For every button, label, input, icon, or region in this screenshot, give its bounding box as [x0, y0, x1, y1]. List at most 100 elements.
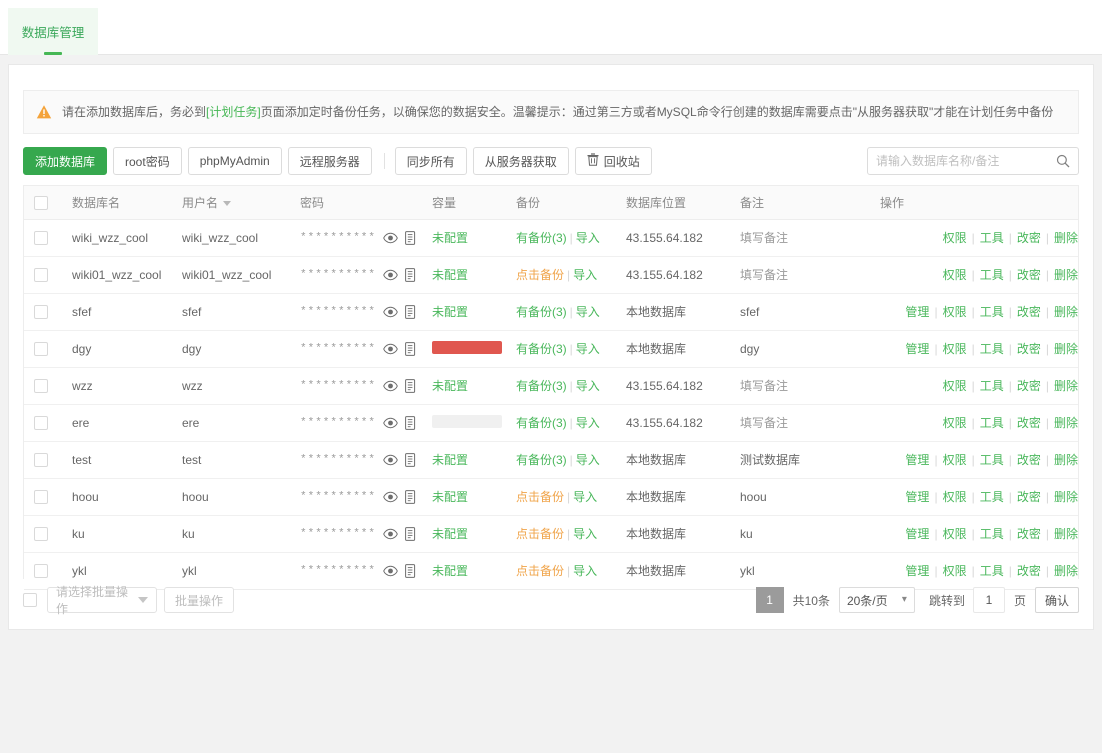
remote-server-button[interactable]: 远程服务器 — [287, 147, 372, 175]
note-value[interactable]: 填写备注 — [740, 268, 788, 282]
page-size-select[interactable]: 20条/页 ▾ — [838, 587, 915, 613]
op-permission[interactable]: 权限 — [943, 305, 967, 319]
sync-all-button[interactable]: 同步所有 — [394, 147, 467, 175]
eye-icon[interactable] — [383, 565, 398, 577]
op-change-password[interactable]: 改密 — [1017, 490, 1041, 504]
backup-import-link[interactable]: 导入 — [576, 342, 600, 356]
copy-icon[interactable] — [405, 304, 417, 319]
root-password-button[interactable]: root密码 — [113, 147, 182, 175]
backup-status-link[interactable]: 有备份(3) — [516, 305, 567, 319]
op-permission[interactable]: 权限 — [943, 416, 967, 430]
tab-database-management[interactable]: 数据库管理 — [8, 8, 98, 55]
op-change-password[interactable]: 改密 — [1017, 268, 1041, 282]
op-manage[interactable]: 管理 — [905, 342, 929, 356]
eye-icon[interactable] — [383, 417, 398, 429]
op-delete[interactable]: 删除 — [1054, 564, 1078, 578]
op-tools[interactable]: 工具 — [980, 490, 1004, 504]
note-value[interactable]: ku — [740, 527, 753, 541]
backup-import-link[interactable]: 导入 — [573, 527, 597, 541]
backup-import-link[interactable]: 导入 — [576, 416, 600, 430]
eye-icon[interactable] — [383, 454, 398, 466]
op-tools[interactable]: 工具 — [980, 416, 1004, 430]
copy-icon[interactable] — [405, 267, 417, 282]
sort-desc-icon[interactable] — [223, 201, 232, 207]
op-permission[interactable]: 权限 — [943, 564, 967, 578]
capacity-status[interactable]: 未配置 — [432, 379, 468, 393]
op-delete[interactable]: 删除 — [1054, 379, 1078, 393]
op-tools[interactable]: 工具 — [980, 453, 1004, 467]
copy-icon[interactable] — [405, 230, 417, 245]
op-delete[interactable]: 删除 — [1054, 527, 1078, 541]
backup-import-link[interactable]: 导入 — [576, 305, 600, 319]
recycle-bin-button[interactable]: 回收站 — [574, 147, 652, 175]
op-delete[interactable]: 删除 — [1054, 453, 1078, 467]
add-database-button[interactable]: 添加数据库 — [23, 147, 108, 175]
note-value[interactable]: 填写备注 — [740, 379, 788, 393]
phpmyadmin-button[interactable]: phpMyAdmin — [187, 147, 282, 175]
row-checkbox[interactable] — [34, 230, 48, 245]
note-value[interactable]: hoou — [740, 490, 767, 504]
row-checkbox[interactable] — [34, 304, 48, 319]
op-delete[interactable]: 删除 — [1054, 305, 1078, 319]
copy-icon[interactable] — [405, 563, 417, 578]
backup-status-link[interactable]: 点击备份 — [516, 564, 564, 578]
copy-icon[interactable] — [405, 526, 417, 541]
page-1-button[interactable]: 1 — [755, 587, 784, 613]
op-delete[interactable]: 删除 — [1054, 416, 1078, 430]
op-tools[interactable]: 工具 — [980, 379, 1004, 393]
note-value[interactable]: dgy — [740, 342, 759, 356]
capacity-status[interactable]: 未配置 — [432, 268, 468, 282]
op-permission[interactable]: 权限 — [943, 490, 967, 504]
op-tools[interactable]: 工具 — [980, 342, 1004, 356]
backup-import-link[interactable]: 导入 — [576, 231, 600, 245]
note-value[interactable]: 测试数据库 — [740, 453, 800, 467]
op-permission[interactable]: 权限 — [943, 342, 967, 356]
eye-icon[interactable] — [383, 380, 398, 392]
note-value[interactable]: 填写备注 — [740, 231, 788, 245]
backup-status-link[interactable]: 有备份(3) — [516, 342, 567, 356]
backup-import-link[interactable]: 导入 — [576, 379, 600, 393]
jump-page-input[interactable] — [972, 587, 1005, 613]
eye-icon[interactable] — [383, 528, 398, 540]
backup-import-link[interactable]: 导入 — [573, 490, 597, 504]
confirm-button[interactable]: 确认 — [1034, 587, 1079, 613]
batch-action-select[interactable]: 请选择批量操作 — [47, 585, 157, 616]
row-checkbox[interactable] — [34, 378, 48, 393]
footer-select-all-checkbox[interactable] — [23, 593, 37, 607]
backup-status-link[interactable]: 点击备份 — [516, 268, 564, 282]
backup-import-link[interactable]: 导入 — [573, 268, 597, 282]
op-delete[interactable]: 删除 — [1054, 268, 1078, 282]
note-value[interactable]: 填写备注 — [740, 416, 788, 430]
op-delete[interactable]: 删除 — [1054, 342, 1078, 356]
search-icon[interactable] — [1048, 148, 1078, 174]
backup-status-link[interactable]: 有备份(3) — [516, 379, 567, 393]
capacity-status[interactable]: 未配置 — [432, 453, 468, 467]
row-checkbox[interactable] — [34, 452, 48, 467]
note-value[interactable]: sfef — [740, 305, 759, 319]
eye-icon[interactable] — [383, 306, 398, 318]
capacity-status[interactable]: 未配置 — [432, 527, 468, 541]
op-permission[interactable]: 权限 — [943, 527, 967, 541]
op-change-password[interactable]: 改密 — [1017, 342, 1041, 356]
fetch-from-server-button[interactable]: 从服务器获取 — [472, 147, 569, 175]
op-change-password[interactable]: 改密 — [1017, 379, 1041, 393]
backup-status-link[interactable]: 有备份(3) — [516, 416, 567, 430]
note-value[interactable]: ykl — [740, 564, 755, 578]
backup-status-link[interactable]: 点击备份 — [516, 490, 564, 504]
op-manage[interactable]: 管理 — [905, 305, 929, 319]
copy-icon[interactable] — [405, 341, 417, 356]
op-permission[interactable]: 权限 — [943, 231, 967, 245]
backup-import-link[interactable]: 导入 — [576, 453, 600, 467]
batch-action-button[interactable]: 批量操作 — [164, 587, 235, 613]
backup-status-link[interactable]: 点击备份 — [516, 527, 564, 541]
op-change-password[interactable]: 改密 — [1017, 564, 1041, 578]
op-delete[interactable]: 删除 — [1054, 490, 1078, 504]
row-checkbox[interactable] — [34, 341, 48, 356]
op-permission[interactable]: 权限 — [943, 268, 967, 282]
op-tools[interactable]: 工具 — [980, 564, 1004, 578]
op-manage[interactable]: 管理 — [905, 564, 929, 578]
capacity-status[interactable]: 未配置 — [432, 564, 468, 578]
row-checkbox[interactable] — [34, 526, 48, 541]
copy-icon[interactable] — [405, 378, 417, 393]
op-tools[interactable]: 工具 — [980, 268, 1004, 282]
